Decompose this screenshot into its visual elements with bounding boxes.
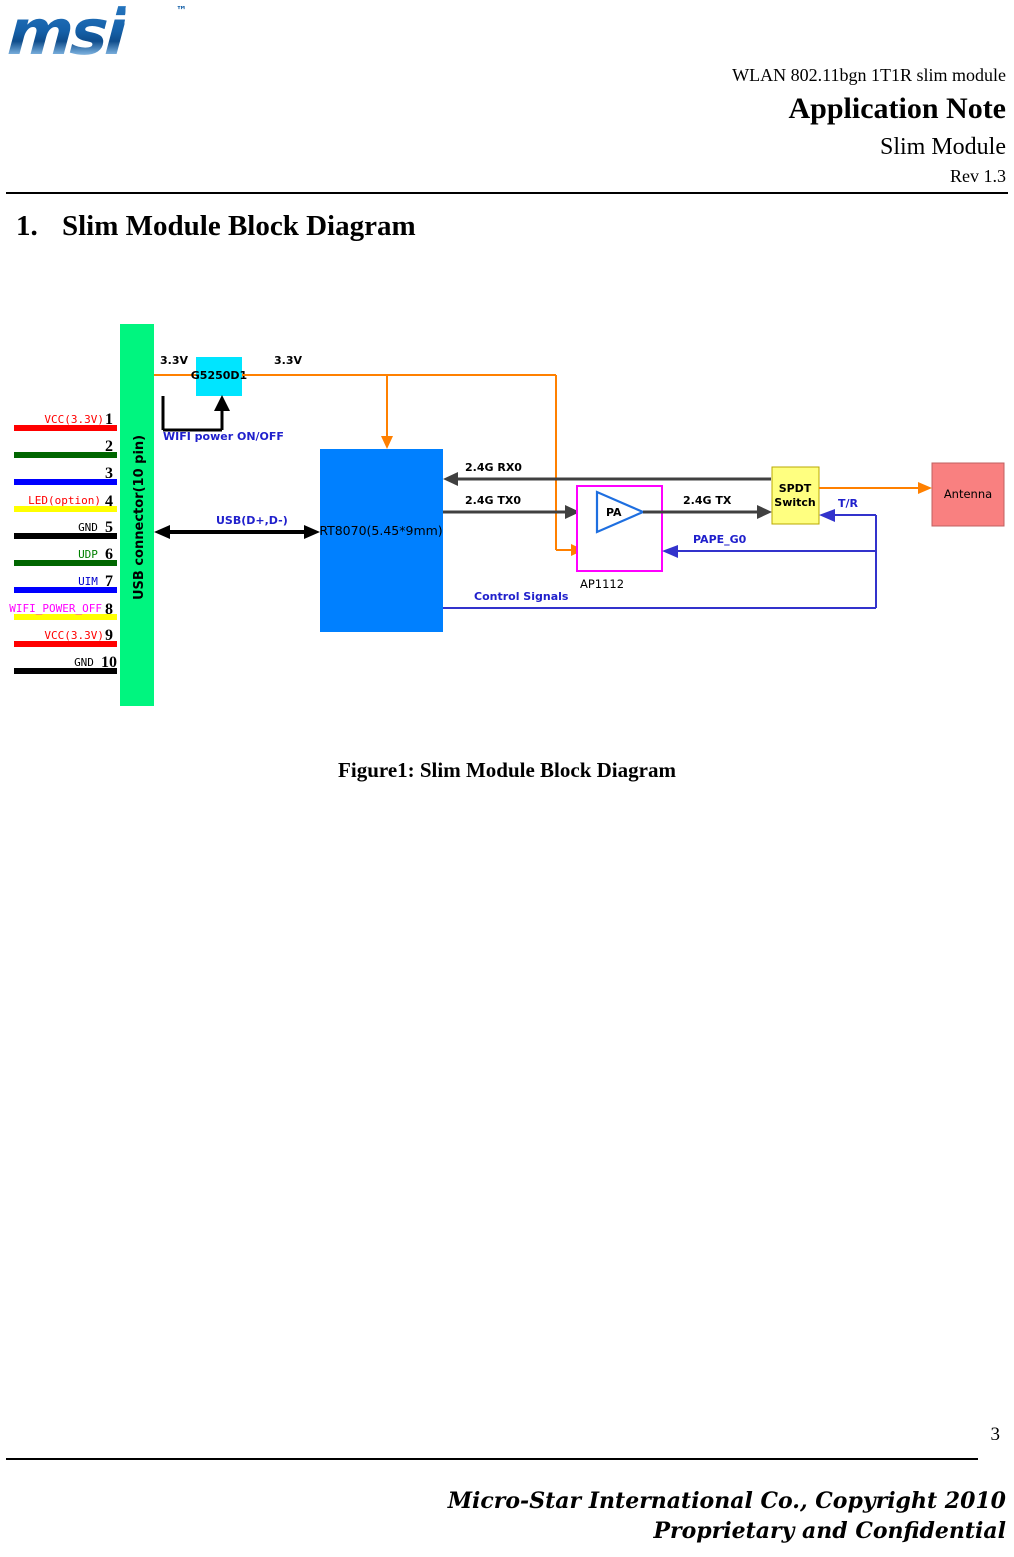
pin-label-7: UIM	[78, 575, 98, 588]
section-title: Slim Module Block Diagram	[62, 210, 416, 242]
pa-inner-label: PA	[606, 506, 622, 519]
pin-label-1: VCC(3.3V)	[44, 413, 104, 426]
spdt-label-line1: SPDT	[779, 482, 812, 495]
soc-block	[320, 449, 443, 632]
pin-number-9: 9	[105, 627, 113, 644]
tr-arrow	[819, 509, 835, 522]
connector-pin-list: VCC(3.3V) 1 2 3 LED(option) 4 GND 5 UDP …	[9, 411, 117, 674]
pin-number-3: 3	[105, 465, 113, 482]
pa-outer-label: AP1112	[580, 577, 624, 591]
pin-number-1: 1	[105, 411, 113, 428]
tx-arrow	[757, 505, 772, 519]
section-heading: 1. Slim Module Block Diagram	[16, 210, 816, 243]
tx0-label: 2.4G TX0	[465, 494, 521, 507]
page-header: msi ™ WLAN 802.11bgn 1T1R slim module Ap…	[0, 0, 1014, 196]
header-title: Application Note	[788, 92, 1007, 125]
usb-bus-label: USB(D+,D-)	[216, 514, 288, 527]
tr-label: T/R	[838, 497, 859, 510]
antenna-module: Antenna	[931, 462, 1005, 527]
usb-data-bus: USB(D+,D-)	[154, 514, 320, 539]
connector-pin-10: GND 10	[14, 654, 117, 674]
pin-number-6: 6	[105, 546, 113, 563]
pape-arrow	[662, 545, 678, 558]
ldo-block-label: G5250D1	[191, 369, 247, 382]
rf-rx-path: 2.4G RX0	[443, 461, 771, 486]
antenna-feed-arrow	[918, 482, 932, 494]
connector-pin-2: 2	[14, 438, 117, 458]
connector-pin-5: GND 5	[14, 519, 117, 539]
pin-number-7: 7	[105, 573, 113, 590]
control-signals-label: Control Signals	[474, 590, 569, 603]
usb-connector-label: USB connector(10 pin)	[132, 435, 147, 600]
usb-bus-arrow-left	[154, 525, 170, 539]
trademark-symbol: ™	[176, 4, 187, 17]
usb-connector-block: USB connector(10 pin)	[120, 324, 154, 706]
spdt-label-line2: Switch	[774, 496, 815, 509]
header-document-name: Slim Module	[879, 134, 1006, 160]
header-subject: WLAN 802.11bgn 1T1R slim module	[732, 65, 1006, 85]
pin-number-8: 8	[105, 601, 113, 618]
rt8070-soc: RT8070(5.45*9mm)	[319, 449, 443, 632]
pin-number-2: 2	[105, 438, 113, 455]
vin-3v3-label: 3.3V	[160, 354, 188, 367]
figure-caption: Figure1: Slim Module Block Diagram	[338, 758, 676, 782]
pape-g0-label: PAPE_G0	[693, 533, 747, 546]
pin-label-6: UDP	[78, 548, 98, 561]
connector-pin-8: WIFI_POWER_OFF 8	[9, 601, 117, 620]
block-diagram-svg: VCC(3.3V) 1 2 3 LED(option) 4 GND 5 UDP …	[9, 324, 1005, 706]
connector-pin-6: UDP 6	[14, 546, 117, 566]
rx0-label: 2.4G RX0	[465, 461, 522, 474]
soc-block-label: RT8070(5.45*9mm)	[319, 523, 442, 538]
wifi-power-arrow	[214, 395, 230, 411]
tx-label: 2.4G TX	[683, 494, 732, 507]
msi-logo-wordmark: msi	[5, 0, 126, 69]
connector-pin-9: VCC(3.3V) 9	[14, 627, 117, 647]
pin-label-9: VCC(3.3V)	[44, 629, 104, 642]
pa-outer-block	[576, 485, 663, 572]
pin-number-5: 5	[105, 519, 113, 536]
pin-label-5: GND	[78, 521, 98, 534]
header-revision: Rev 1.3	[950, 166, 1006, 186]
connector-pin-3: 3	[14, 465, 117, 485]
connector-pin-1: VCC(3.3V) 1	[14, 411, 117, 431]
header-divider	[6, 192, 1008, 194]
spdt-switch: SPDT Switch	[771, 466, 820, 525]
antenna-feed	[819, 482, 932, 494]
footer-confidentiality: Proprietary and Confidential	[653, 1518, 1006, 1544]
vout-3v3-label: 3.3V	[274, 354, 302, 367]
pin-number-4: 4	[105, 493, 113, 510]
page-number: 3	[990, 1424, 1001, 1445]
usb-bus-arrow-right	[304, 525, 320, 539]
connector-pin-7: UIM 7	[14, 573, 117, 593]
slim-module-block-diagram: VCC(3.3V) 1 2 3 LED(option) 4 GND 5 UDP …	[0, 300, 1014, 720]
rf-tx0-path: 2.4G TX0	[443, 494, 580, 519]
connector-pin-4: LED(option) 4	[14, 493, 117, 512]
antenna-block-label: Antenna	[944, 487, 992, 501]
footer-divider	[6, 1458, 978, 1460]
rx0-arrow	[443, 472, 458, 486]
pin-number-10: 10	[101, 654, 117, 671]
section-number: 1.	[16, 210, 38, 242]
pin-label-10: GND	[74, 656, 94, 669]
vout-to-soc-arrow	[381, 436, 393, 449]
footer-company: Micro-Star International Co., Copyright …	[447, 1488, 1006, 1514]
wifi-power-onoff-label: WIFI power ON/OFF	[163, 430, 284, 443]
pin-label-8: WIFI_POWER_OFF	[9, 602, 102, 615]
pin-label-4: LED(option)	[28, 494, 101, 507]
pa-module: PA AP1112	[576, 485, 663, 591]
msi-logo: msi ™	[5, 0, 223, 70]
